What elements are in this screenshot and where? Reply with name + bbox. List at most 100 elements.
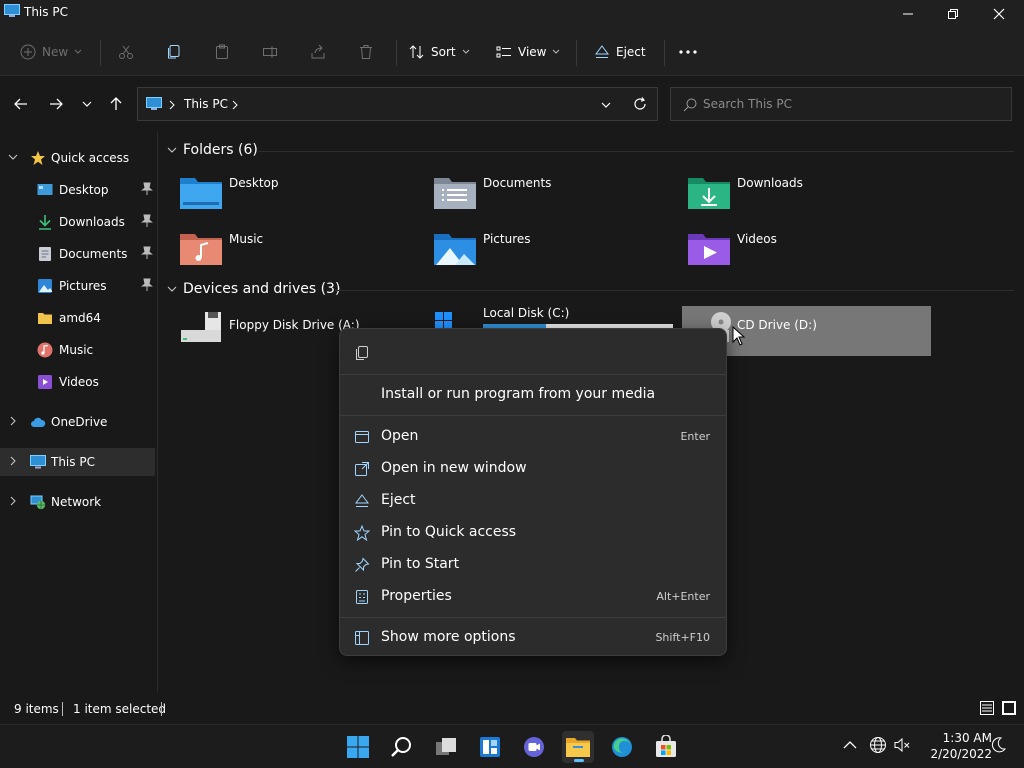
up-button[interactable] — [104, 93, 128, 115]
chevron-down-icon — [462, 49, 469, 54]
folders-group-header[interactable]: Folders (6) — [167, 142, 258, 158]
nav-videos[interactable]: Videos — [0, 368, 155, 396]
restore-icon — [948, 9, 958, 19]
see-more-button[interactable] — [678, 38, 698, 66]
delete-button[interactable] — [358, 38, 374, 66]
nav-music[interactable]: Music — [0, 336, 155, 364]
ctx-pin-quick-access[interactable]: Pin to Quick access — [344, 517, 722, 549]
drive-label: Local Disk (C:) — [483, 306, 570, 320]
folder-tile-music[interactable]: Music — [179, 226, 419, 270]
ctx-pin-start[interactable]: Pin to Start — [344, 549, 722, 581]
sort-button[interactable]: Sort — [409, 38, 470, 66]
folder-tile-videos[interactable]: Videos — [687, 226, 927, 270]
chevron-down-icon — [553, 49, 560, 54]
this-pc-icon — [30, 455, 46, 469]
ctx-open[interactable]: Open Enter — [344, 421, 722, 453]
search-icon — [683, 98, 697, 112]
chevron-right-icon[interactable] — [232, 100, 238, 110]
pin-icon[interactable] — [141, 214, 153, 228]
nav-desktop-label: Desktop — [59, 183, 109, 197]
clock-time: 1:30 AM — [942, 731, 992, 745]
ctx-show-more-label: Show more options — [381, 629, 516, 645]
copy-icon[interactable] — [355, 345, 369, 361]
pin-icon[interactable] — [141, 278, 153, 292]
pin-icon[interactable] — [141, 246, 153, 260]
globe-icon[interactable] — [869, 736, 887, 754]
recent-locations-button[interactable] — [75, 93, 99, 115]
open-icon — [355, 431, 369, 443]
chevron-right-icon[interactable] — [8, 496, 18, 506]
nav-network[interactable]: Network — [0, 488, 155, 516]
chat-button[interactable] — [518, 731, 550, 763]
refresh-icon[interactable] — [633, 97, 647, 111]
volume-muted-icon[interactable] — [893, 736, 911, 754]
rename-button[interactable] — [262, 38, 278, 66]
close-button[interactable] — [976, 0, 1022, 28]
start-button[interactable] — [342, 731, 374, 763]
nav-amd64[interactable]: amd64 — [0, 304, 155, 332]
nav-pictures[interactable]: Pictures — [0, 272, 155, 300]
new-button[interactable]: New — [20, 38, 82, 66]
nav-this-pc[interactable]: This PC — [0, 448, 155, 476]
copy-button[interactable] — [166, 38, 182, 66]
nav-downloads[interactable]: Downloads — [0, 208, 155, 236]
search-box[interactable] — [670, 87, 1012, 121]
chevron-right-icon[interactable] — [8, 416, 18, 426]
sort-label: Sort — [431, 45, 456, 59]
context-menu: Install or run program from your media O… — [339, 328, 727, 656]
back-button[interactable] — [9, 93, 33, 115]
folder-tile-downloads[interactable]: Downloads — [687, 170, 927, 214]
folder-label: Pictures — [483, 232, 531, 246]
taskbar-clock[interactable]: 1:30 AM 2/20/2022 — [918, 730, 992, 762]
folder-tile-desktop[interactable]: Desktop — [179, 170, 419, 214]
paste-button[interactable] — [214, 38, 230, 66]
properties-icon — [356, 590, 368, 604]
folder-tile-documents[interactable]: Documents — [433, 170, 673, 214]
nav-documents[interactable]: Documents — [0, 240, 155, 268]
folders-header-label: Folders (6) — [183, 142, 258, 158]
restore-button[interactable] — [930, 0, 976, 28]
nav-onedrive-label: OneDrive — [51, 415, 108, 429]
ctx-properties[interactable]: Properties Alt+Enter — [344, 581, 722, 613]
drives-group-header[interactable]: Devices and drives (3) — [167, 281, 340, 297]
eject-icon — [355, 494, 369, 507]
ctx-show-more[interactable]: Show more options Shift+F10 — [344, 622, 722, 654]
task-view-button[interactable] — [430, 731, 462, 763]
minimize-button[interactable] — [885, 0, 931, 28]
chevron-down-icon[interactable] — [8, 152, 18, 162]
file-explorer-taskbar-button[interactable] — [562, 731, 594, 763]
ctx-eject[interactable]: Eject — [344, 485, 722, 517]
search-input[interactable] — [703, 95, 1003, 113]
nav-quick-access[interactable]: Quick access — [0, 144, 155, 172]
view-button[interactable]: View — [496, 38, 560, 66]
edge-button[interactable] — [606, 731, 638, 763]
chevron-right-icon[interactable] — [8, 456, 18, 466]
taskbar-search-button[interactable] — [386, 731, 418, 763]
document-icon — [39, 247, 51, 261]
menu-separator — [340, 617, 726, 618]
nav-onedrive[interactable]: OneDrive — [0, 408, 155, 436]
ctx-open-new-window[interactable]: Open in new window — [344, 453, 722, 485]
details-view-icon[interactable] — [979, 700, 995, 716]
pin-icon — [355, 557, 370, 572]
chat-icon — [524, 737, 544, 757]
folder-tile-pictures[interactable]: Pictures — [433, 226, 673, 270]
nav-desktop[interactable]: Desktop — [0, 176, 155, 204]
eject-button[interactable]: Eject — [594, 38, 646, 66]
address-bar[interactable]: This PC — [137, 87, 658, 121]
more-icon — [679, 50, 697, 54]
share-button[interactable] — [310, 38, 326, 66]
chevron-up-icon[interactable] — [843, 740, 857, 750]
breadcrumb-this-pc[interactable]: This PC — [184, 97, 228, 111]
pin-icon[interactable] — [141, 182, 153, 196]
store-button[interactable] — [650, 731, 682, 763]
forward-button[interactable] — [44, 93, 68, 115]
widgets-button[interactable] — [474, 731, 506, 763]
focus-assist-moon-icon[interactable] — [989, 736, 1007, 754]
tiles-view-icon[interactable] — [1001, 700, 1017, 716]
ctx-autoplay[interactable]: Install or run program from your media — [344, 379, 722, 411]
nav-pictures-label: Pictures — [59, 279, 107, 293]
file-explorer-icon — [566, 738, 590, 757]
cut-button[interactable] — [118, 38, 134, 66]
chevron-down-icon[interactable] — [601, 101, 611, 109]
